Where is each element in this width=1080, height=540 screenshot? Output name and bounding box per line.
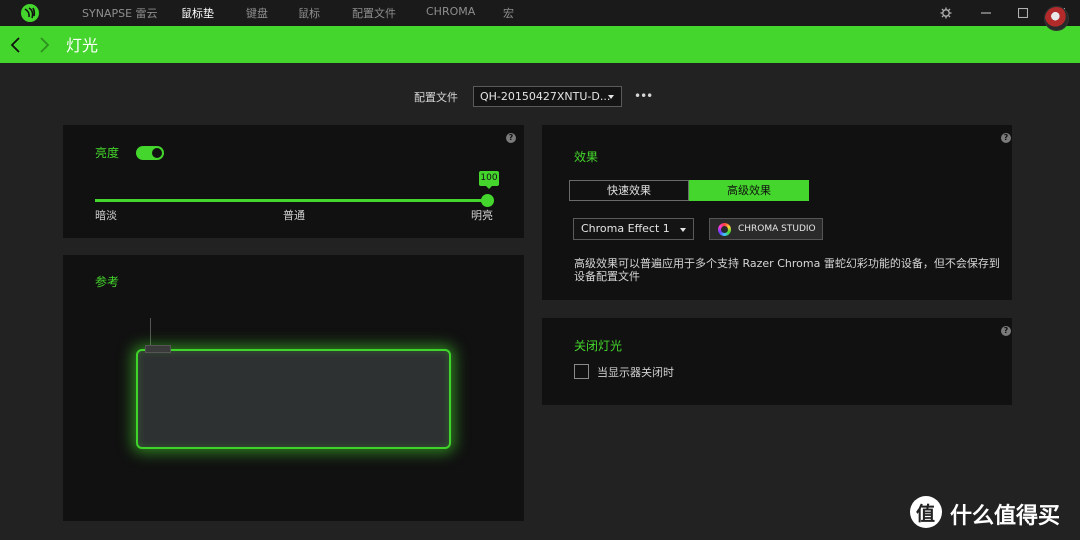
- minimize-icon[interactable]: [977, 4, 995, 22]
- monitor-off-checkbox[interactable]: [574, 364, 589, 379]
- mousepad-cable: [150, 318, 151, 348]
- effects-title: 效果: [574, 150, 599, 164]
- chevron-left-icon[interactable]: [8, 35, 24, 55]
- reference-title: 参考: [95, 275, 120, 289]
- tab-mousepad[interactable]: 鼠标垫: [181, 5, 214, 21]
- tab-chroma[interactable]: CHROMA: [426, 5, 475, 18]
- tab-mouse[interactable]: 鼠标: [298, 5, 320, 21]
- toggle-knob: [152, 148, 162, 158]
- tab-advanced-effects[interactable]: 高级效果: [689, 180, 809, 201]
- caret-down-icon: [608, 95, 614, 99]
- page-title: 灯光: [66, 36, 99, 55]
- brightness-slider-track[interactable]: [95, 199, 487, 202]
- brightness-mid-label: 普通: [283, 209, 305, 222]
- help-icon[interactable]: ?: [1001, 133, 1011, 143]
- brightness-max-label: 明亮: [471, 209, 493, 222]
- effect-value: Chroma Effect 1: [581, 222, 670, 235]
- profile-label: 配置文件: [414, 91, 458, 104]
- tab-synapse[interactable]: SYNAPSE 雷云: [82, 5, 158, 21]
- lights-off-title: 关闭灯光: [574, 339, 623, 353]
- brightness-min-label: 暗淡: [95, 209, 117, 222]
- brightness-slider-thumb[interactable]: [481, 194, 494, 207]
- chevron-right-icon[interactable]: [36, 35, 52, 55]
- brightness-toggle[interactable]: [136, 146, 164, 160]
- settings-icon[interactable]: [937, 4, 955, 22]
- watermark-logo: 值 什么值得买: [910, 496, 1070, 530]
- profile-dropdown[interactable]: QH-20150427XNTU-D...: [473, 86, 622, 107]
- effect-dropdown[interactable]: Chroma Effect 1: [573, 218, 694, 240]
- mousepad-preview-image: [136, 349, 451, 449]
- brightness-title: 亮度: [95, 146, 120, 160]
- effects-description: 高级效果可以普遍应用于多个支持 Razer Chroma 雷蛇幻彩功能的设备，但…: [574, 257, 1000, 283]
- chroma-studio-label: CHROMA STUDIO: [738, 224, 816, 234]
- chroma-studio-button[interactable]: CHROMA STUDIO: [709, 218, 823, 240]
- razer-logo-icon[interactable]: [20, 3, 40, 23]
- mousepad-connector: [145, 345, 171, 353]
- top-nav-bar: SYNAPSE 雷云 鼠标垫 键盘 鼠标 配置文件 CHROMA 宏: [0, 0, 1080, 26]
- page-header: 灯光: [0, 26, 1080, 63]
- maximize-icon[interactable]: [1014, 4, 1032, 22]
- profile-value: QH-20150427XNTU-D...: [480, 90, 611, 103]
- chroma-ring-icon: [718, 223, 731, 236]
- watermark-text: 什么值得买: [950, 504, 1061, 529]
- more-options-button[interactable]: •••: [634, 89, 653, 103]
- user-avatar[interactable]: [1044, 6, 1069, 31]
- watermark-icon: 值: [910, 496, 942, 528]
- lights-off-panel: [542, 318, 1012, 405]
- tab-profiles[interactable]: 配置文件: [352, 5, 396, 21]
- monitor-off-label: 当显示器关闭时: [597, 366, 674, 379]
- help-icon[interactable]: ?: [506, 133, 516, 143]
- caret-down-icon: [680, 228, 686, 232]
- tab-quick-effects[interactable]: 快速效果: [569, 180, 689, 201]
- help-icon[interactable]: ?: [1001, 326, 1011, 336]
- tab-keyboard[interactable]: 键盘: [246, 5, 268, 21]
- tab-macro[interactable]: 宏: [503, 5, 514, 21]
- brightness-value-badge: 100: [479, 171, 499, 189]
